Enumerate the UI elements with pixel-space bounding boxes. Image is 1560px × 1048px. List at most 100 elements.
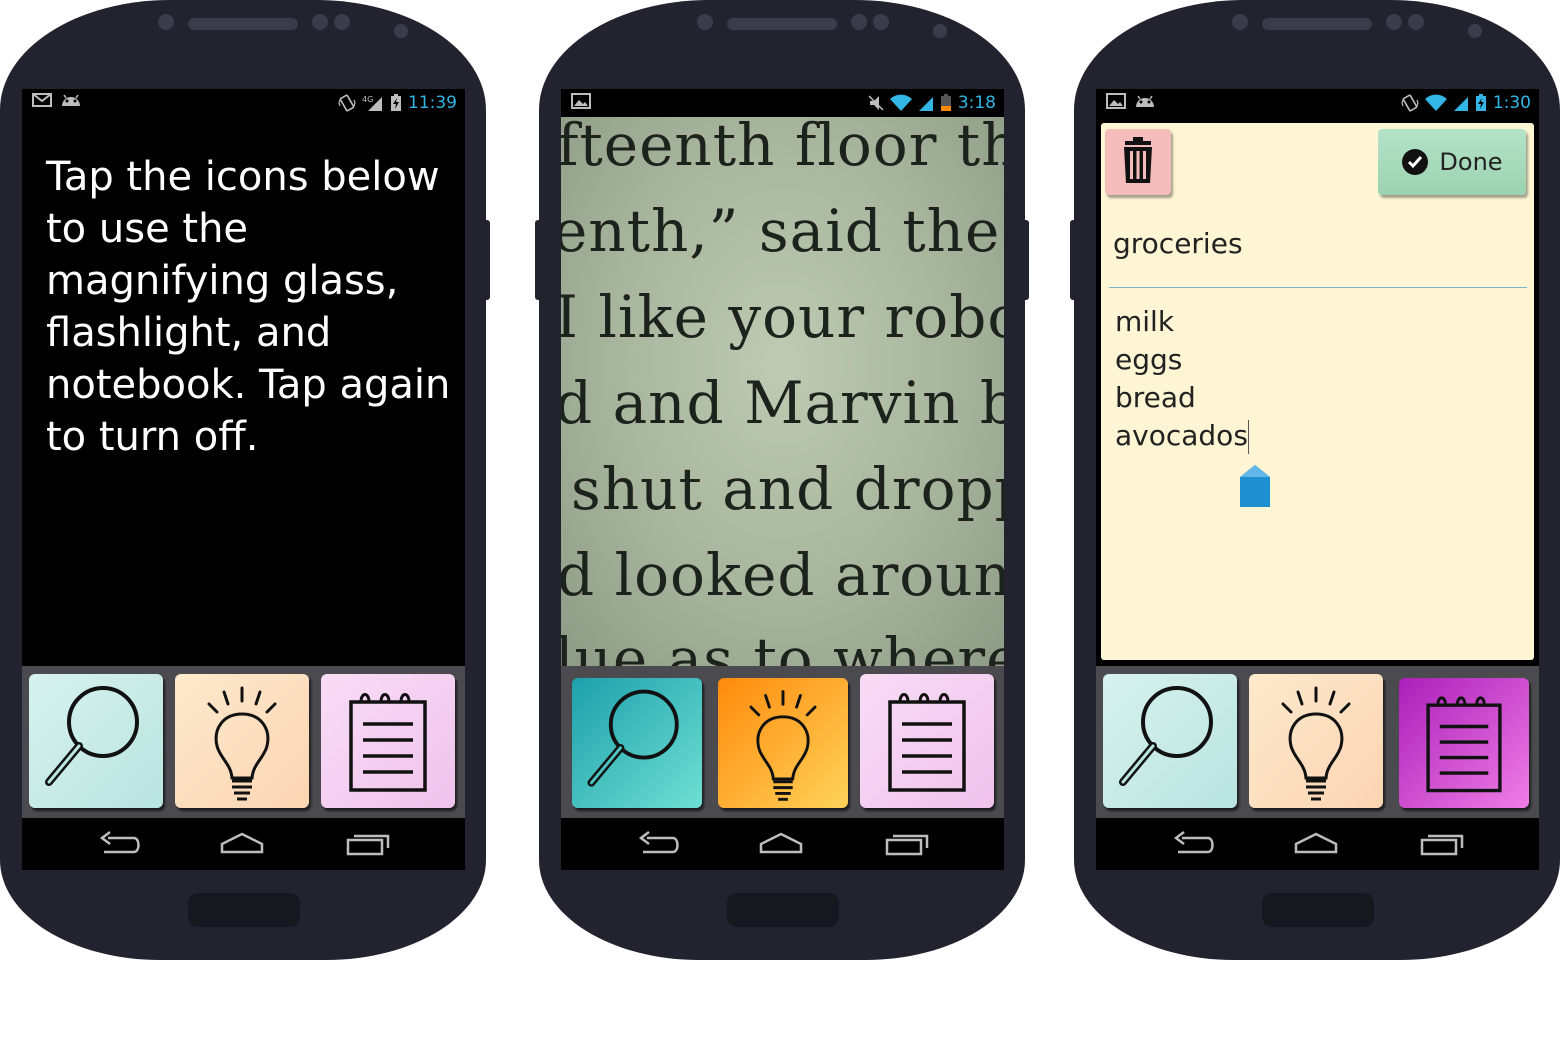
sensor-dot xyxy=(158,14,174,30)
note-line: bread xyxy=(1115,381,1196,414)
notebook-button[interactable] xyxy=(321,674,455,808)
status-time: 3:18 xyxy=(957,93,996,113)
magnifier-button[interactable] xyxy=(29,674,163,808)
book-text-line: I like your robo xyxy=(561,283,1004,351)
lightbulb-icon xyxy=(1281,686,1351,801)
recents-icon[interactable] xyxy=(1418,830,1466,858)
checkmark-circle-icon xyxy=(1402,149,1429,175)
wifi-icon xyxy=(1424,94,1447,111)
phone-3: 1:30 Done groceries milk eggs bread avoc… xyxy=(1070,0,1560,960)
svg-text:4G: 4G xyxy=(362,95,373,104)
android-icon xyxy=(62,94,80,106)
note-line: avocados xyxy=(1115,419,1248,452)
note-editor: Done groceries milk eggs bread avocados xyxy=(1101,123,1534,660)
notebook-icon xyxy=(888,693,966,792)
mute-icon xyxy=(868,95,884,111)
camera-preview: fteenth floor th enth,” said the I like … xyxy=(561,117,1004,666)
nav-bar xyxy=(22,818,465,870)
flashlight-button[interactable] xyxy=(1249,674,1383,808)
note-line: eggs xyxy=(1115,343,1183,376)
recents-icon[interactable] xyxy=(344,830,392,858)
notebook-button-active[interactable] xyxy=(1399,678,1529,808)
recents-icon[interactable] xyxy=(883,830,931,858)
wifi-icon xyxy=(889,94,912,111)
signal-icon xyxy=(1453,97,1468,111)
trash-icon xyxy=(1124,137,1152,183)
notebook-button[interactable] xyxy=(860,674,994,808)
magnifier-view: fteenth floor th enth,” said the I like … xyxy=(561,117,1004,666)
back-icon[interactable] xyxy=(1168,830,1216,858)
front-camera xyxy=(312,14,328,30)
book-text-line: d and Marvin b xyxy=(561,369,1004,437)
book-text-line: lue as to where xyxy=(561,625,1004,666)
battery-charging-icon xyxy=(391,94,401,111)
intro-panel: Tap the icons below to use the magnifyin… xyxy=(22,117,465,666)
sensor-dot xyxy=(334,14,350,30)
note-line: milk xyxy=(1115,305,1175,338)
4g-signal-icon: 4G xyxy=(362,95,382,111)
sensor-dot xyxy=(873,14,889,30)
nav-bar xyxy=(561,818,1004,870)
picture-icon xyxy=(1106,93,1126,109)
notebook-icon xyxy=(349,693,427,792)
phone-1: 4G 11:39 Tap the icons below to use the … xyxy=(0,0,490,960)
lightbulb-icon xyxy=(749,690,817,801)
book-text-line: fteenth floor th xyxy=(561,117,1004,179)
delete-note-button[interactable] xyxy=(1105,129,1171,195)
hardware-home-button[interactable] xyxy=(727,893,839,927)
book-text-line: shut and dropp xyxy=(571,455,1004,523)
sensor-dot xyxy=(1408,14,1424,30)
vibrate-icon xyxy=(1401,94,1419,112)
sensor-dot xyxy=(697,14,713,30)
tool-dock xyxy=(1096,666,1539,818)
home-icon[interactable] xyxy=(1292,830,1340,858)
note-line-last: avocados xyxy=(1115,417,1249,455)
home-icon[interactable] xyxy=(757,830,805,858)
tool-dock xyxy=(22,666,465,818)
status-time: 1:30 xyxy=(1492,93,1531,113)
hardware-home-button[interactable] xyxy=(188,893,300,927)
home-icon[interactable] xyxy=(218,830,266,858)
status-time: 11:39 xyxy=(408,93,457,113)
intro-text: Tap the icons below to use the magnifyin… xyxy=(46,154,451,460)
notebook-view: Done groceries milk eggs bread avocados xyxy=(1096,117,1539,666)
nav-bar xyxy=(1096,818,1539,870)
android-icon xyxy=(1136,95,1154,107)
front-camera xyxy=(1386,14,1402,30)
flashlight-button-active[interactable] xyxy=(718,678,848,808)
battery-low-icon xyxy=(940,94,951,111)
sensor-dot xyxy=(1232,14,1248,30)
magnifier-icon xyxy=(45,686,139,786)
screen: 1:30 Done groceries milk eggs bread avoc… xyxy=(1096,89,1539,870)
lightbulb-icon xyxy=(207,686,277,801)
notebook-icon xyxy=(1426,696,1502,793)
back-icon[interactable] xyxy=(633,830,681,858)
tool-dock xyxy=(561,666,1004,818)
earpiece-speaker xyxy=(188,18,298,30)
cursor-handle-icon[interactable] xyxy=(1238,463,1272,511)
back-icon[interactable] xyxy=(94,830,142,858)
sensor-dot xyxy=(933,24,947,38)
note-body-field[interactable]: milk eggs bread avocados xyxy=(1115,303,1249,455)
title-divider xyxy=(1109,287,1527,288)
magnifier-button[interactable] xyxy=(1103,674,1237,808)
picture-icon xyxy=(571,93,591,109)
book-text-line: d looked aroun xyxy=(561,541,1004,609)
gmail-icon xyxy=(32,93,52,107)
sensor-dot xyxy=(394,24,408,38)
phone-2: 3:18 fteenth floor th enth,” said the I … xyxy=(535,0,1029,960)
magnifier-icon xyxy=(587,689,679,787)
done-label: Done xyxy=(1439,148,1503,176)
screen: 3:18 fteenth floor th enth,” said the I … xyxy=(561,89,1004,870)
flashlight-button[interactable] xyxy=(175,674,309,808)
book-text-line: enth,” said the xyxy=(561,197,1001,265)
note-title-field[interactable]: groceries xyxy=(1113,227,1243,260)
screen: 4G 11:39 Tap the icons below to use the … xyxy=(22,89,465,870)
magnifier-button-active[interactable] xyxy=(572,678,702,808)
sensor-dot xyxy=(1468,24,1482,38)
done-button[interactable]: Done xyxy=(1378,129,1526,195)
signal-icon xyxy=(918,97,933,111)
hardware-home-button[interactable] xyxy=(1262,893,1374,927)
earpiece-speaker xyxy=(1262,18,1372,30)
earpiece-speaker xyxy=(727,18,837,30)
